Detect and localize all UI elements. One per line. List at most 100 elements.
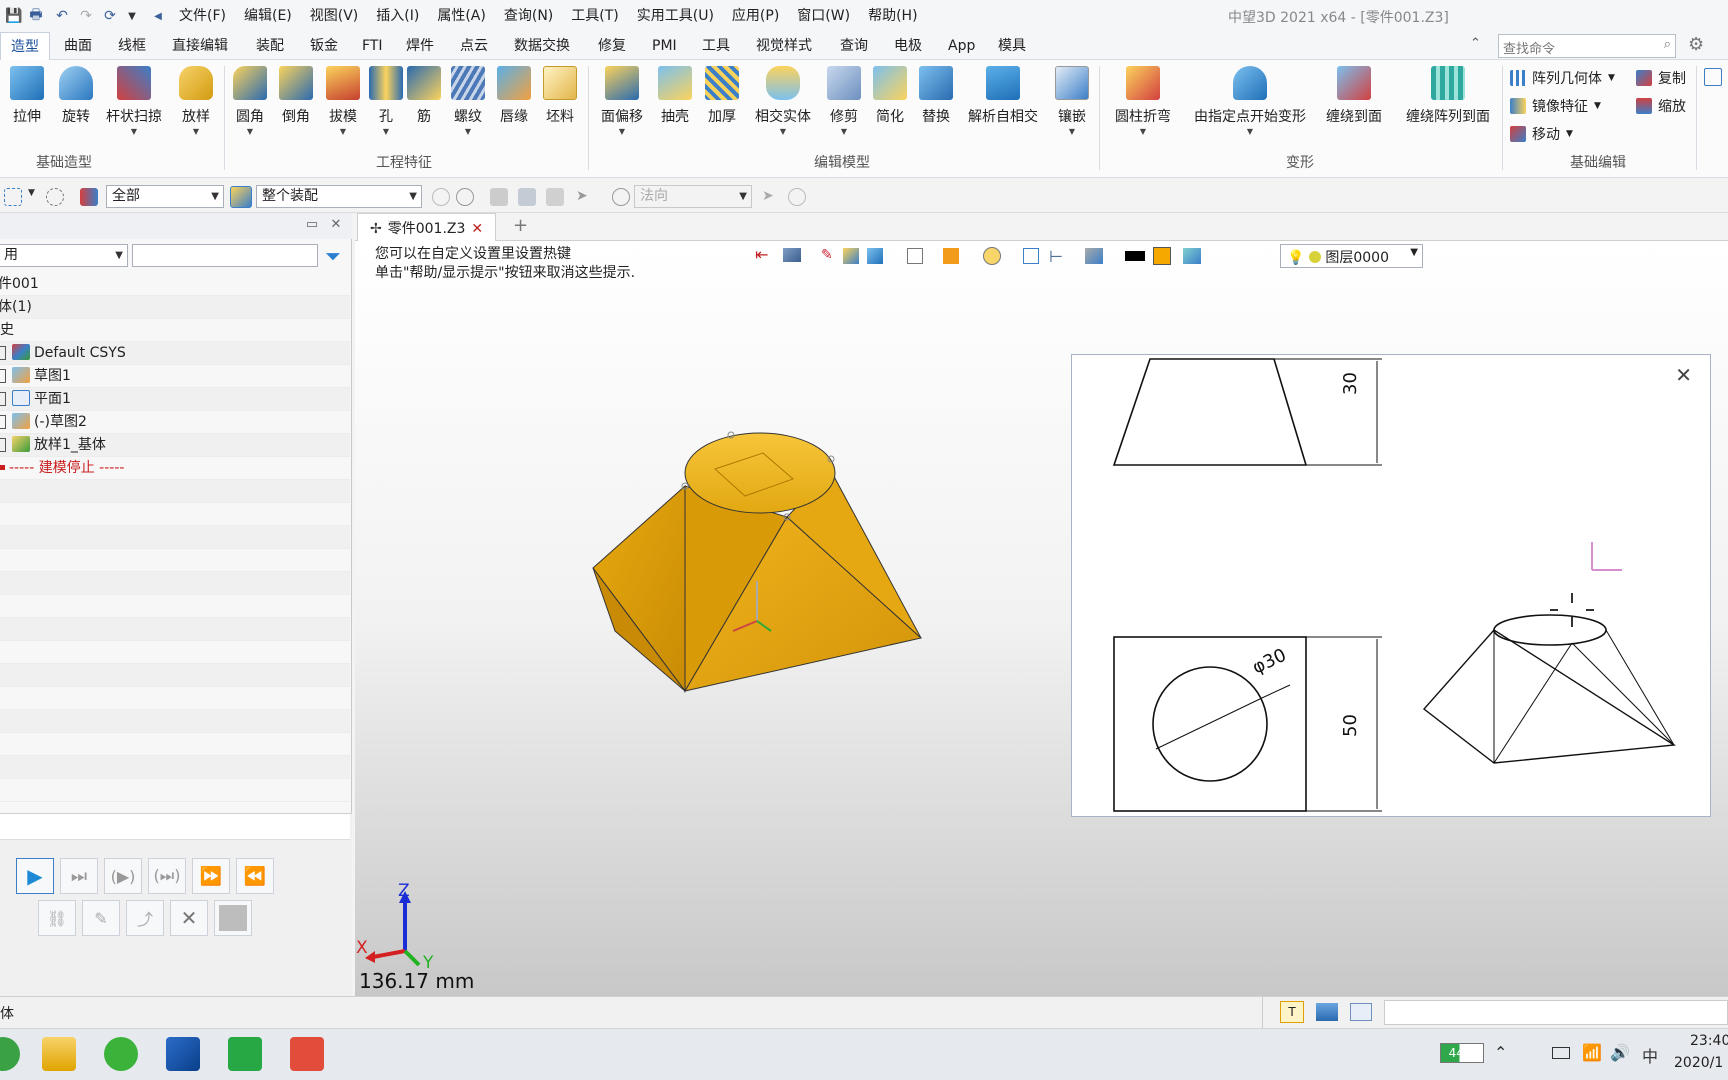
tab-modeling[interactable]: 造型 xyxy=(0,32,50,61)
lip-button[interactable]: 唇缘 xyxy=(492,66,536,126)
tab-app[interactable]: App xyxy=(948,36,975,56)
exit-icon[interactable]: ⇤ xyxy=(755,245,768,264)
tab-surface[interactable]: 曲面 xyxy=(64,36,92,56)
scope-select[interactable]: 整个装配 ▼ xyxy=(256,185,422,208)
print-icon[interactable]: 🖶 xyxy=(26,6,46,26)
tree-item[interactable]: 平面1 xyxy=(0,388,350,411)
redo-icon[interactable]: ↷ xyxy=(76,6,96,26)
pattern-dropdown-icon[interactable]: ▼ xyxy=(1608,73,1615,83)
tree-item[interactable]: Default CSYS xyxy=(0,342,350,365)
tab-direct-edit[interactable]: 直接编辑 xyxy=(172,36,228,56)
filter-chart-icon[interactable] xyxy=(80,188,98,206)
assembly-scope-icon[interactable] xyxy=(230,186,252,208)
zoom-fit-icon[interactable] xyxy=(1023,248,1039,264)
close-tab-icon[interactable]: ✕ xyxy=(471,221,483,237)
panel-pin-icon[interactable]: ▭ xyxy=(304,218,320,232)
search-icon[interactable]: ⌕ xyxy=(1664,37,1671,52)
wrap-pattern-button[interactable]: 缠绕阵列到面 xyxy=(1396,66,1500,126)
tree-item[interactable]: (-)草图2 xyxy=(0,411,350,434)
rod-sweep-dropdown-icon[interactable]: ▼ xyxy=(102,126,166,138)
menu-query[interactable]: 查询(N) xyxy=(495,6,562,26)
collapse-ribbon-icon[interactable]: ⌃ xyxy=(1470,36,1481,51)
tree-item[interactable]: 放样1_基体 xyxy=(0,434,350,457)
chamfer-button[interactable]: 倒角 xyxy=(274,66,318,126)
filter-tool-icon[interactable] xyxy=(490,188,508,206)
delete-button[interactable]: ✕ xyxy=(170,900,208,936)
tree-item[interactable]: 历史 xyxy=(0,319,350,342)
ime-indicator[interactable]: 中 xyxy=(1642,1043,1658,1067)
menu-window[interactable]: 窗口(W) xyxy=(788,6,859,26)
panel-close-icon[interactable]: ✕ xyxy=(328,218,344,232)
menu-tools[interactable]: 工具(T) xyxy=(562,6,627,26)
draft-dropdown-icon[interactable]: ▼ xyxy=(320,126,366,138)
section-view-icon[interactable]: ⊢ xyxy=(1049,247,1063,266)
gear-icon[interactable] xyxy=(788,188,806,206)
tray-chevron-up-icon[interactable]: ⌃ xyxy=(1494,1043,1507,1062)
inlay-dropdown-icon[interactable]: ▼ xyxy=(1050,126,1094,138)
clock-date[interactable]: 2020/1 xyxy=(1674,1055,1723,1071)
regen-icon[interactable]: ⟳ xyxy=(100,6,120,26)
tab-point-cloud[interactable]: 点云 xyxy=(460,36,488,56)
deform-from-point-button[interactable]: 由指定点开始变形 ▼ xyxy=(1186,66,1314,138)
clock-time[interactable]: 23:40 xyxy=(1690,1033,1728,1049)
clock-icon[interactable] xyxy=(612,188,630,206)
rib-button[interactable]: 筋 xyxy=(406,66,442,126)
simplify-button[interactable]: 简化 xyxy=(868,66,912,126)
checkbox[interactable] xyxy=(0,438,6,452)
ribbon-overflow-icon[interactable] xyxy=(1704,68,1722,86)
tab-sheetmetal[interactable]: 钣金 xyxy=(310,36,338,56)
intersect-solid-dropdown-icon[interactable]: ▼ xyxy=(750,126,816,138)
cursor-icon[interactable]: ➤ xyxy=(576,188,594,206)
lasso-icon[interactable] xyxy=(46,188,64,206)
step-next-button[interactable]: (▶) xyxy=(104,858,142,894)
tab-wireframe[interactable]: 线框 xyxy=(118,36,146,56)
edit-button[interactable]: ✎ xyxy=(82,900,120,936)
tree-item[interactable]: 草图1 xyxy=(0,365,350,388)
settings-gear-icon[interactable]: ⚙ xyxy=(1688,34,1704,55)
step-end-button[interactable]: ⏭ xyxy=(60,858,98,894)
tab-mold[interactable]: 模具 xyxy=(998,36,1026,56)
layer-select[interactable]: 💡 图层0000 ▼ xyxy=(1280,244,1423,268)
stock-button[interactable]: 坯料 xyxy=(538,66,582,126)
command-search-input[interactable]: 查找命令 ⌕ xyxy=(1498,34,1676,58)
tree-item[interactable]: 零件001 xyxy=(0,273,350,296)
document-tab[interactable]: ✢ 零件001.Z3 ✕ xyxy=(357,213,497,241)
checkbox[interactable] xyxy=(0,369,6,383)
hole-dropdown-icon[interactable]: ▼ xyxy=(368,126,404,138)
replace-button[interactable]: 替换 xyxy=(914,66,958,126)
move-dropdown-icon[interactable]: ▼ xyxy=(1566,129,1573,139)
filter-select[interactable]: 全部 ▼ xyxy=(106,185,224,208)
play-button[interactable]: ▶ xyxy=(16,858,54,894)
zw3d-icon[interactable] xyxy=(166,1037,200,1071)
thread-button[interactable]: 螺纹 ▼ xyxy=(446,66,490,138)
quick-access-dropdown-icon[interactable]: ▼ xyxy=(122,6,142,26)
cursor-icon[interactable]: ➤ xyxy=(762,188,780,206)
display-icon[interactable] xyxy=(1316,1003,1338,1021)
checkbox[interactable] xyxy=(0,415,6,429)
checkbox[interactable] xyxy=(0,346,6,360)
tray-battery-icon[interactable] xyxy=(1552,1047,1570,1059)
hole-button[interactable]: 孔 ▼ xyxy=(368,66,404,138)
add-tab-icon[interactable]: + xyxy=(513,215,528,236)
menu-view[interactable]: 视图(V) xyxy=(301,6,368,26)
trim-button[interactable]: 修剪 ▼ xyxy=(822,66,866,138)
menu-apps[interactable]: 应用(P) xyxy=(723,6,788,26)
pick-point-icon[interactable] xyxy=(432,188,450,206)
tab-query[interactable]: 查询 xyxy=(840,36,868,56)
filter-tool-icon[interactable] xyxy=(546,188,564,206)
menu-insert[interactable]: 插入(I) xyxy=(367,6,428,26)
camtasia-red-icon[interactable] xyxy=(290,1037,324,1071)
cylinder-bend-button[interactable]: 圆柱折弯 ▼ xyxy=(1108,66,1178,138)
text-mode-icon[interactable]: T xyxy=(1280,1001,1304,1023)
copy-button[interactable]: 复制 xyxy=(1636,68,1686,88)
layer-manager-icon[interactable] xyxy=(1183,248,1201,264)
display-mode-icon[interactable] xyxy=(867,248,883,264)
reference-image-window[interactable]: ✕ 30 φ30 50 xyxy=(1071,354,1711,817)
tab-tools[interactable]: 工具 xyxy=(702,36,730,56)
shell-button[interactable]: 抽壳 xyxy=(654,66,696,126)
revolve-button[interactable]: 旋转 xyxy=(54,66,98,126)
intersect-solid-button[interactable]: 相交实体 ▼ xyxy=(750,66,816,138)
tab-pmi[interactable]: PMI xyxy=(652,36,677,56)
step-back-button[interactable]: (⏭) xyxy=(148,858,186,894)
window-icon[interactable] xyxy=(1350,1003,1372,1021)
